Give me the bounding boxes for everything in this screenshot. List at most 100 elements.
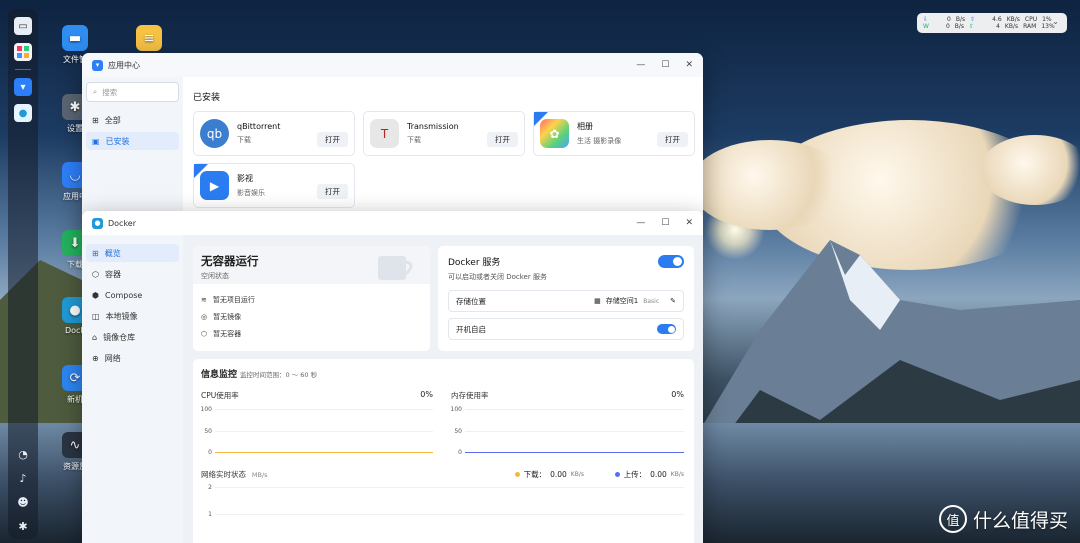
app-center-icon[interactable]: ▾ xyxy=(14,78,32,96)
status-item-containers: ⬡ 暂无容器 xyxy=(201,329,242,338)
cpu-value: 0% xyxy=(420,390,433,399)
mug-icon xyxy=(378,256,413,280)
open-button[interactable]: 打开 xyxy=(317,184,348,199)
memory-chart: 内存使用率 0% 100 50 0 xyxy=(451,390,684,460)
app-center-window: ▾ 应用中心 — ☐ ✕ ⌕ 搜索 ⊞ 全部 ▣ 已安装 已安装 qb qBit… xyxy=(82,53,703,223)
app-card-qbittorrent[interactable]: qb qBittorrent 下载 打开 xyxy=(193,111,355,156)
search-placeholder: 搜索 xyxy=(102,87,118,97)
tick-label: 0 xyxy=(458,449,462,456)
close-button[interactable]: ✕ xyxy=(685,60,693,70)
desktop-shortcut-notes[interactable]: ≡ xyxy=(129,25,169,54)
info-monitor-card: 信息监控 监控时间范围：0 ～ 60 秒 CPU使用率 0% 100 50 0 内… xyxy=(193,359,694,543)
gridline xyxy=(465,409,684,410)
network-label: 网络实时状态 xyxy=(201,470,246,479)
docker-main: 无容器运行 空闲状态 ≋ 暂无项目运行 ◎ 暂无镜像 ⬡ 暂无容器 Docker… xyxy=(183,235,703,543)
chevron-down-icon[interactable]: ⌄ xyxy=(1052,18,1059,26)
autostart-toggle[interactable] xyxy=(657,324,676,334)
status-icon[interactable]: ◔ xyxy=(16,447,30,461)
globe-icon: ⊕ xyxy=(92,353,99,363)
transmission-icon: T xyxy=(370,119,399,148)
maximize-button[interactable]: ☐ xyxy=(661,218,669,228)
app-category: 下载 xyxy=(407,136,421,144)
launcher-icon[interactable] xyxy=(14,43,32,61)
open-button[interactable]: 打开 xyxy=(317,132,348,147)
legend-download: 下载： 0.00 KB/s xyxy=(514,469,584,480)
docker-service-toggle[interactable] xyxy=(658,255,684,268)
installed-icon: ▣ xyxy=(92,136,100,146)
nav-item-overview[interactable]: ⊞ 概览 xyxy=(86,244,179,262)
gridline xyxy=(215,487,684,488)
status-list: ≋ 暂无项目运行 ◎ 暂无镜像 ⬡ 暂无容器 xyxy=(193,284,430,349)
cpu-series-line xyxy=(215,452,433,453)
gridline xyxy=(215,409,433,410)
layers-icon: ◫ xyxy=(92,311,100,321)
app-category: 下载 xyxy=(237,136,251,144)
autostart-row: 开机自启 xyxy=(448,318,684,340)
tick-label: 2 xyxy=(208,484,212,491)
minimize-button[interactable]: — xyxy=(636,60,645,70)
settings-gear-icon[interactable]: ✱ xyxy=(16,519,30,533)
badge-icon xyxy=(534,112,548,126)
compose-icon: ⬢ xyxy=(92,290,99,300)
app-center-icon: ▾ xyxy=(92,59,103,71)
app-name: 影视 xyxy=(237,174,253,183)
nav-item-local-images[interactable]: ◫ 本地镜像 xyxy=(86,307,179,325)
nav-item-compose[interactable]: ⬢ Compose xyxy=(86,286,179,304)
gridline xyxy=(215,514,684,515)
monitor-title: 信息监控 监控时间范围：0 ～ 60 秒 xyxy=(201,370,318,380)
app-card-photos[interactable]: ✿ 相册 生活 摄影录像 打开 xyxy=(533,111,695,156)
tick-label: 0 xyxy=(208,449,212,456)
app-category: 影音娱乐 xyxy=(237,189,265,197)
app-name: Transmission xyxy=(407,122,459,131)
app-card-transmission[interactable]: T Transmission 下载 打开 xyxy=(363,111,525,156)
app-category: 生活 摄影录像 xyxy=(577,137,622,145)
nav-item-containers[interactable]: ⬡ 容器 xyxy=(86,265,179,283)
dock: ▭ ▾ ● ◔ ♪ ☻ ✱ xyxy=(8,9,38,539)
upload-dot-icon xyxy=(614,472,620,477)
network-unit: MB/s xyxy=(251,471,268,479)
user-icon[interactable]: ☻ xyxy=(16,495,30,509)
image-icon: ◎ xyxy=(201,312,208,321)
app-center-titlebar[interactable]: ▾ 应用中心 — ☐ ✕ xyxy=(82,53,703,77)
window-title: Docker xyxy=(108,218,137,228)
network-chart: 网络实时状态 MB/s 下载： 0.00 KB/s 上传： 0.00 KB/s … xyxy=(201,469,684,543)
nav-item-installed[interactable]: ▣ 已安装 xyxy=(86,132,179,150)
nav-item-all[interactable]: ⊞ 全部 xyxy=(86,111,179,129)
storage-tag: Basic xyxy=(643,297,660,305)
maximize-button[interactable]: ☐ xyxy=(661,60,669,70)
storage-value: 存储空间1 xyxy=(605,297,639,305)
storage-location-row[interactable]: 存储位置 ▦ 存储空间1 Basic ✎ xyxy=(448,290,684,312)
download-dot-icon xyxy=(514,472,520,477)
dock-divider xyxy=(15,69,31,70)
bell-icon[interactable]: ♪ xyxy=(16,471,30,485)
badge-icon xyxy=(194,164,208,178)
widget-row-1: ⇩ 0 B/s ⇧ 4.6 KB/s CPU 1% xyxy=(923,16,1052,23)
service-subtitle: 可以启动或者关闭 Docker 服务 xyxy=(448,273,547,281)
memory-label: 内存使用率 xyxy=(451,391,489,400)
edit-icon[interactable]: ✎ xyxy=(670,297,676,305)
system-status-widget[interactable]: ⇩ 0 B/s ⇧ 4.6 KB/s CPU 1% W 0 B/s ⇧ 4 KB… xyxy=(917,13,1067,33)
close-button[interactable]: ✕ xyxy=(685,218,693,228)
search-input[interactable]: ⌕ 搜索 xyxy=(86,82,179,102)
notes-icon: ≡ xyxy=(136,25,162,51)
app-center-main: 已安装 qb qBittorrent 下载 打开 T Transmission … xyxy=(193,77,695,223)
tick-label: 1 xyxy=(208,511,212,518)
cube-icon: ⬡ xyxy=(92,269,99,279)
minimize-button[interactable]: — xyxy=(636,218,645,228)
qbittorrent-icon: qb xyxy=(200,119,229,148)
status-item-images: ◎ 暂无镜像 xyxy=(201,312,242,321)
app-card-video[interactable]: ▶ 影视 影音娱乐 打开 xyxy=(193,163,355,208)
docker-titlebar[interactable]: ● Docker — ☐ ✕ xyxy=(82,211,703,235)
desktop-icon[interactable]: ▭ xyxy=(14,17,32,35)
open-button[interactable]: 打开 xyxy=(657,132,688,147)
open-button[interactable]: 打开 xyxy=(487,132,518,147)
docker-service-card: Docker 服务 可以启动或者关闭 Docker 服务 存储位置 ▦ 存储空间… xyxy=(438,246,694,351)
docker-icon[interactable]: ● xyxy=(14,104,32,122)
section-title: 已安装 xyxy=(193,93,221,103)
docker-sidebar: ⊞ 概览 ⬡ 容器 ⬢ Compose ◫ 本地镜像 ⌂ 镜像仓库 ⊕ 网络 xyxy=(82,235,183,543)
home-icon: ⌂ xyxy=(92,332,98,342)
app-grid: qb qBittorrent 下载 打开 T Transmission 下载 打… xyxy=(193,111,695,208)
service-title: Docker 服务 xyxy=(448,258,501,268)
nav-item-registry[interactable]: ⌂ 镜像仓库 xyxy=(86,328,179,346)
nav-item-network[interactable]: ⊕ 网络 xyxy=(86,349,179,367)
